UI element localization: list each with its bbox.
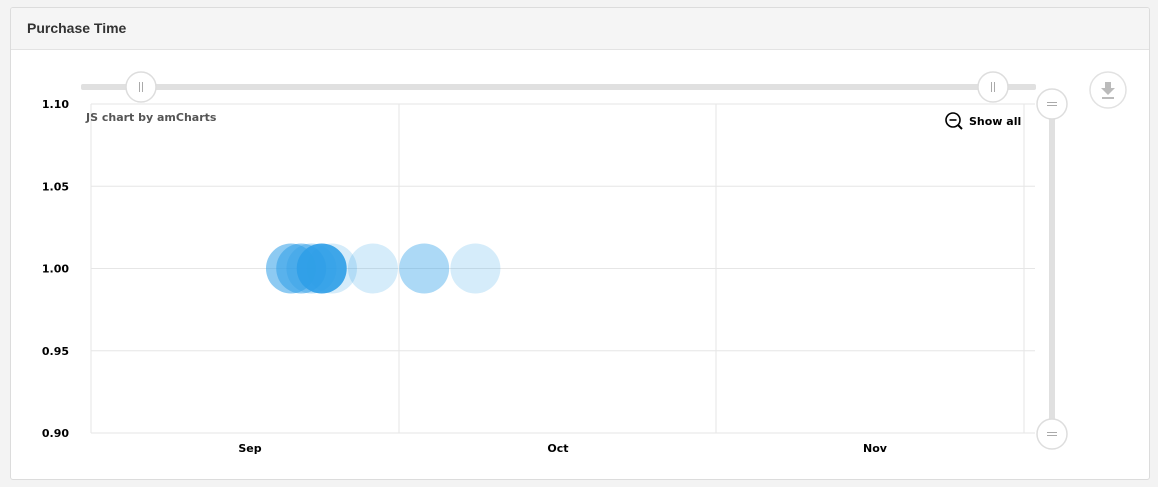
y-tick-label: 0.90 (42, 427, 69, 440)
y-tick-label: 1.05 (42, 180, 69, 193)
grid (90, 103, 1035, 434)
x-tick-label: Oct (547, 442, 568, 455)
show-all-label[interactable]: Show all (969, 115, 1021, 128)
x-tick-label: Sep (238, 442, 261, 455)
show-all-button[interactable]: Show all (945, 112, 1021, 130)
y-tick-label: 1.10 (42, 98, 69, 111)
v-scrollbar-bottom-handle[interactable] (1036, 418, 1068, 450)
data-points (265, 243, 501, 294)
data-point (450, 243, 501, 294)
amcharts-credit[interactable]: JS chart by amCharts (85, 111, 217, 124)
y-tick-label: 1.00 (42, 263, 69, 276)
vertical-scrollbar[interactable] (1036, 88, 1068, 450)
data-point (399, 243, 450, 294)
data-point (347, 243, 398, 294)
h-scrollbar-left-handle[interactable] (125, 71, 157, 103)
v-scrollbar-top-handle[interactable] (1036, 88, 1068, 120)
h-scrollbar-right-handle[interactable] (977, 71, 1009, 103)
x-tick-label: Nov (863, 442, 888, 455)
horizontal-scrollbar[interactable] (81, 71, 1036, 103)
h-scrollbar-track[interactable] (81, 84, 1036, 90)
scatter-chart: 1.10 1.05 1.00 0.95 0.90 Sep Oct Nov JS chart… (42, 71, 1127, 455)
y-tick-label: 0.95 (42, 345, 69, 358)
v-scrollbar-track[interactable] (1049, 104, 1055, 434)
download-button[interactable] (1089, 71, 1127, 109)
zoom-out-icon (945, 112, 963, 130)
